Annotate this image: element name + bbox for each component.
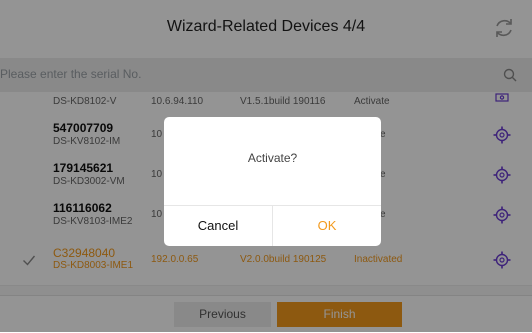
dialog-message: Activate? (247, 151, 298, 165)
ok-button[interactable]: OK (273, 206, 381, 246)
cancel-button[interactable]: Cancel (164, 206, 272, 246)
activate-dialog: Activate? Cancel OK (164, 117, 381, 246)
